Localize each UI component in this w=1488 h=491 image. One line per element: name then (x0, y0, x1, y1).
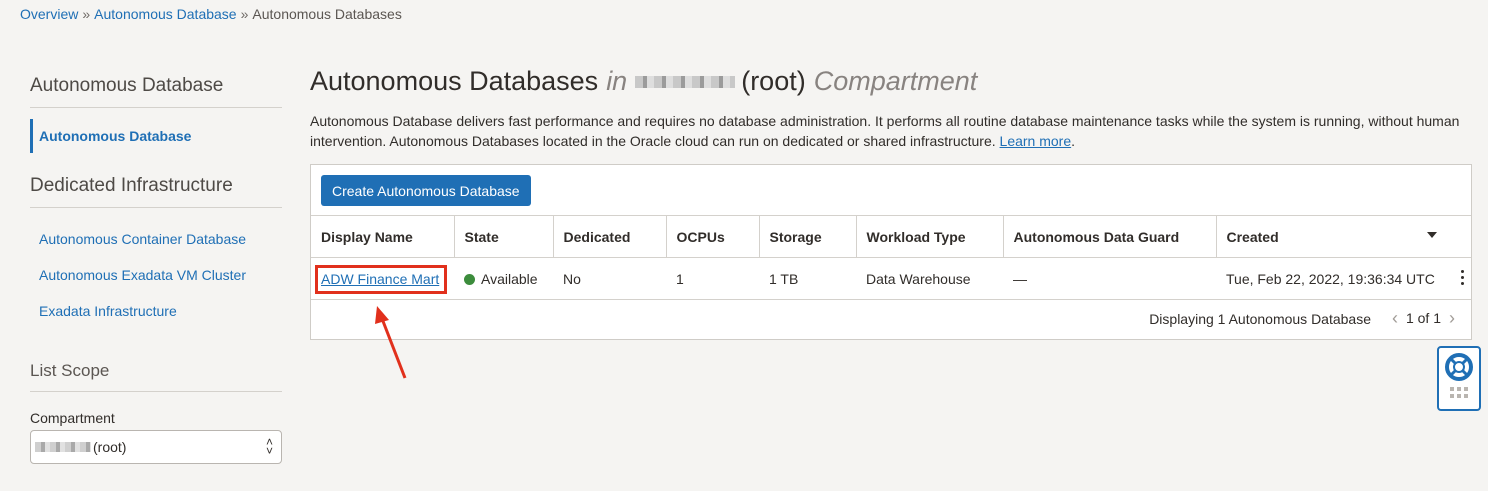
title-prefix: Autonomous Databases (310, 66, 599, 96)
created-value: Tue, Feb 22, 2022, 19:36:34 UTC (1226, 270, 1435, 287)
cell-ocpus: 1 (666, 257, 759, 300)
column-header-dedicated[interactable]: Dedicated (553, 215, 667, 258)
title-root: (root) (741, 66, 806, 96)
cell-state: Available (454, 257, 553, 300)
breadcrumb-overview[interactable]: Overview (20, 6, 78, 22)
compartment-label: Compartment (30, 410, 115, 426)
breadcrumb: Overview» Autonomous Database» Autonomous … (20, 6, 402, 22)
sidebar-item-exadata-vm-cluster[interactable]: Autonomous Exadata VM Cluster (30, 257, 282, 293)
select-chevron-icon: ˄ ˅ (265, 435, 273, 458)
table-footer-count: Displaying 1 Autonomous Database (1149, 311, 1371, 327)
create-autonomous-database-button[interactable]: Create Autonomous Database (321, 175, 531, 206)
sidebar-links: Autonomous Container Database Autonomous… (30, 221, 282, 329)
column-header-display-name[interactable]: Display Name (311, 215, 455, 258)
column-header-ocpus[interactable]: OCPUs (666, 215, 760, 258)
list-scope-heading: List Scope (30, 361, 282, 392)
row-actions-menu-icon[interactable] (1461, 270, 1465, 288)
description-period: . (1071, 133, 1076, 149)
annotation-arrow-icon (375, 306, 407, 379)
database-list-panel: Create Autonomous Database Display Name … (310, 164, 1472, 340)
sidebar-item-container-database[interactable]: Autonomous Container Database (30, 221, 282, 257)
drag-handle-icon[interactable] (1439, 387, 1479, 398)
column-header-workload-type[interactable]: Workload Type (856, 215, 1004, 258)
highlight-annotation-box (315, 265, 447, 294)
column-header-created[interactable]: Created (1216, 215, 1471, 258)
title-in: in (606, 66, 628, 96)
previous-page-icon[interactable]: ‹ (1392, 309, 1398, 327)
compartment-select[interactable]: (root) ˄ ˅ (30, 430, 282, 464)
breadcrumb-current: Autonomous Databases (252, 6, 402, 22)
database-table: Display Name State Dedicated OCPUs Stora… (311, 215, 1471, 300)
sort-descending-icon[interactable] (1427, 232, 1437, 238)
redacted-compartment-name (635, 75, 736, 88)
table-row: ADW Finance Mart Available No 1 1 TB Dat… (311, 257, 1471, 300)
breadcrumb-autonomous-database[interactable]: Autonomous Database (94, 6, 236, 22)
column-header-state[interactable]: State (454, 215, 554, 258)
sidebar-item-exadata-infrastructure[interactable]: Exadata Infrastructure (30, 293, 282, 329)
redacted-text (35, 442, 91, 452)
lifebuoy-icon (1445, 353, 1473, 381)
sidebar-item-autonomous-database[interactable]: Autonomous Database (30, 119, 282, 153)
state-value: Available (481, 270, 538, 287)
breadcrumb-separator: » (240, 6, 249, 22)
cell-data-guard: — (1003, 257, 1216, 300)
table-header-row: Display Name State Dedicated OCPUs Stora… (311, 215, 1471, 258)
column-header-storage[interactable]: Storage (759, 215, 857, 258)
sidebar-heading: Autonomous Database (30, 70, 282, 108)
cell-workload-type: Data Warehouse (856, 257, 1003, 300)
column-header-created-label: Created (1226, 228, 1279, 245)
description-text: Autonomous Database delivers fast perfor… (310, 113, 1460, 149)
sidebar-section-dedicated-infrastructure: Dedicated Infrastructure (30, 170, 282, 208)
title-suffix: Compartment (813, 66, 978, 96)
cell-storage: 1 TB (759, 257, 856, 300)
column-header-data-guard[interactable]: Autonomous Data Guard (1003, 215, 1217, 258)
cell-dedicated: No (553, 257, 666, 300)
learn-more-link[interactable]: Learn more (1000, 133, 1072, 149)
cell-display-name: ADW Finance Mart (311, 257, 454, 300)
page-description: Autonomous Database delivers fast perfor… (310, 111, 1472, 151)
status-available-icon (464, 273, 475, 285)
sidebar: Autonomous Database Autonomous Database … (30, 70, 282, 464)
main-content: Autonomous Databases in (root) Compartme… (310, 66, 1472, 151)
page-title: Autonomous Databases in (root) Compartme… (310, 66, 1472, 97)
cell-created: Tue, Feb 22, 2022, 19:36:34 UTC (1216, 257, 1471, 300)
breadcrumb-separator: » (82, 6, 91, 22)
compartment-value: (root) (93, 439, 127, 455)
next-page-icon[interactable]: › (1449, 309, 1455, 327)
pagination: ‹ 1 of 1 › (1392, 309, 1455, 327)
help-widget[interactable] (1437, 346, 1481, 411)
page-info: 1 of 1 (1405, 310, 1441, 326)
